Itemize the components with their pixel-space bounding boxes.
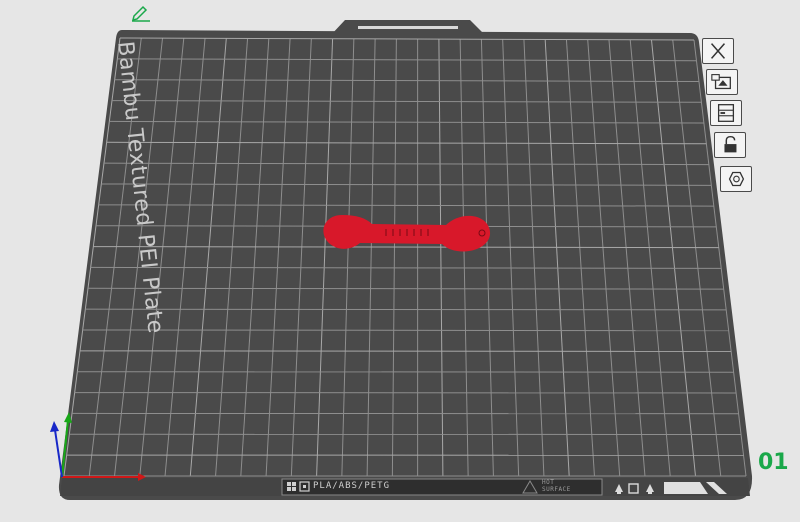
plate-handle-slot bbox=[358, 26, 458, 29]
arrange-button[interactable] bbox=[706, 69, 738, 95]
hexagon-icon bbox=[728, 171, 745, 187]
hot-surface-line2: SURFACE bbox=[542, 486, 571, 493]
close-icon bbox=[710, 43, 726, 59]
arrange-icon bbox=[711, 74, 731, 90]
filament-types-label: PLA/ABS/PETG bbox=[313, 481, 391, 491]
close-plate-button[interactable] bbox=[702, 38, 734, 64]
hot-surface-label: HOT SURFACE bbox=[542, 479, 571, 493]
plate-settings-icon bbox=[717, 104, 735, 122]
plate-settings-button[interactable] bbox=[710, 100, 742, 126]
hot-surface-line1: HOT bbox=[542, 479, 555, 486]
auto-orient-button[interactable] bbox=[720, 166, 752, 192]
grid-line-horizontal bbox=[82, 329, 729, 332]
lock-icon bbox=[724, 135, 737, 153]
lock-plate-button[interactable] bbox=[714, 132, 746, 158]
grid-line-horizontal bbox=[79, 350, 732, 352]
plate-number: 01 bbox=[758, 450, 789, 475]
